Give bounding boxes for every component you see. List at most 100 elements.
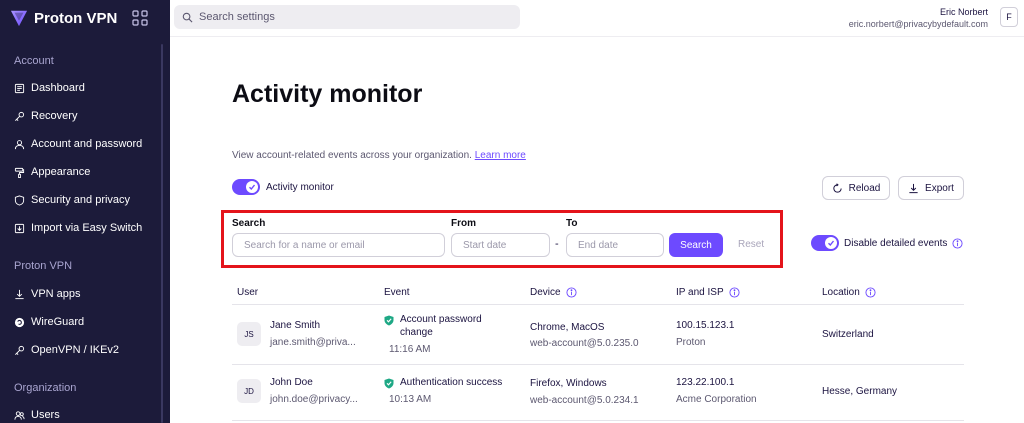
check-icon [828,240,835,247]
sidebar-item-label: Users [31,409,60,421]
key-icon [15,111,25,121]
sidebar-item-security-and-privacy[interactable]: Security and privacy [14,189,164,211]
sidebar-item-label: Recovery [31,110,78,122]
toggle-knob [825,237,837,249]
learn-more-link[interactable]: Learn more [475,150,526,161]
user-initials-avatar: JS [237,322,261,346]
sidebar-item-label: OpenVPN / IKEv2 [31,344,120,356]
location: Switzerland [822,329,874,340]
event-time: 11:16 AM [389,344,431,355]
event-time: 10:13 AM [389,394,432,405]
column-header-label: Location [822,287,860,298]
user-avatar[interactable]: F [1000,7,1018,27]
event-name-continued: change [400,327,433,338]
sidebar-item-label: Appearance [31,166,91,178]
key-icon [15,345,25,355]
sidebar-item-label: Import via Easy Switch [31,222,143,234]
shield-check-icon [384,378,394,389]
reload-icon [833,182,842,193]
user-icon [14,139,25,149]
user-initials-avatar: JD [237,379,261,403]
info-icon[interactable] [729,287,740,298]
topbar-divider [170,36,1024,37]
users-icon [14,410,25,420]
sidebar-item-label: Security and privacy [31,194,131,206]
ip-address: 100.15.123.1 [676,320,735,331]
event-name: Account password [400,314,482,325]
settings-search-bar[interactable] [174,5,520,29]
activity-monitor-toggle-label: Activity monitor [266,181,334,193]
device-name: Firefox, Windows [530,378,607,389]
sidebar: Proton VPN Account Dashboard Recovery Ac… [0,0,170,423]
shield-check-icon [384,315,394,326]
import-icon [14,223,25,233]
column-header-location: Location [822,287,876,298]
dashboard-icon [14,83,25,93]
page-description: View account-related events across your … [232,150,526,161]
sidebar-item-dashboard[interactable]: Dashboard [14,77,164,99]
user-email: jane.smith@priva... [270,337,356,348]
paint-roller-icon [14,167,25,178]
info-icon[interactable] [865,287,876,298]
sidebar-item-openvpn-ikev2[interactable]: OpenVPN / IKEv2 [14,339,164,361]
brand-name: Proton VPN [34,9,118,27]
reload-button[interactable]: Reload [822,176,890,200]
settings-search-input[interactable] [199,11,499,23]
column-header-label: Device [530,287,561,298]
sidebar-item-label: Dashboard [31,82,85,94]
sidebar-item-users[interactable]: Users [14,404,164,423]
info-icon[interactable] [566,287,577,298]
table-row-divider [232,364,964,365]
column-header-user: User [237,287,258,298]
user-email: eric.norbert@privacybydefault.com [848,19,988,29]
sidebar-item-account-and-password[interactable]: Account and password [14,133,164,155]
column-header-label: IP and ISP [676,287,724,298]
section-account-title: Account [14,55,54,67]
sidebar-item-label: Account and password [31,138,143,150]
search-name-email-input[interactable] [232,233,445,257]
column-header-label: User [237,287,259,298]
to-filter-label: To [566,218,578,229]
sidebar-item-label: VPN apps [31,288,81,300]
disable-detailed-events-toggle[interactable] [811,235,839,251]
location: Hesse, Germany [822,386,898,397]
wireguard-icon [14,317,25,327]
brand[interactable]: Proton VPN [10,8,117,28]
device-client: web-account@5.0.234.1 [530,395,639,406]
user-name: John Doe [270,377,313,388]
sidebar-item-recovery[interactable]: Recovery [14,105,164,127]
section-proton-vpn-title: Proton VPN [14,260,73,272]
end-date-input[interactable] [566,233,664,257]
table-row-divider [232,420,964,421]
sidebar-item-wireguard[interactable]: WireGuard [14,311,164,333]
sidebar-item-vpn-apps[interactable]: VPN apps [14,283,164,305]
sidebar-scrollbar[interactable] [161,44,163,423]
activity-monitor-toggle-row: Activity monitor [232,179,334,195]
check-icon [249,184,256,191]
activity-monitor-toggle[interactable] [232,179,260,195]
section-organization-title: Organization [14,382,77,394]
search-filter-label: Search [232,218,266,229]
user-email: john.doe@privacy... [270,394,358,405]
export-button[interactable]: Export [898,176,964,200]
apps-grid-icon[interactable] [132,10,148,26]
date-separator: - [555,238,559,250]
toggle-knob [246,181,258,193]
search-button[interactable]: Search [669,233,723,257]
column-header-device: Device [530,287,577,298]
ip-address: 123.22.100.1 [676,377,735,388]
column-header-label: Event [384,287,410,298]
isp-name: Acme Corporation [676,394,757,405]
user-menu[interactable]: Eric Norbert eric.norbert@privacybydefau… [849,6,988,30]
sidebar-item-appearance[interactable]: Appearance [14,161,164,183]
column-header-ip-and-isp: IP and ISP [676,287,740,298]
download-icon [15,289,24,299]
table-header-divider [232,304,964,305]
reset-button[interactable]: Reset [738,239,764,250]
sidebar-item-import-via-easy-switch[interactable]: Import via Easy Switch [14,217,164,239]
start-date-input[interactable] [451,233,550,257]
shield-icon [14,194,25,206]
event-name: Authentication success [400,377,503,388]
info-icon[interactable] [952,237,963,249]
isp-name: Proton [676,337,706,348]
